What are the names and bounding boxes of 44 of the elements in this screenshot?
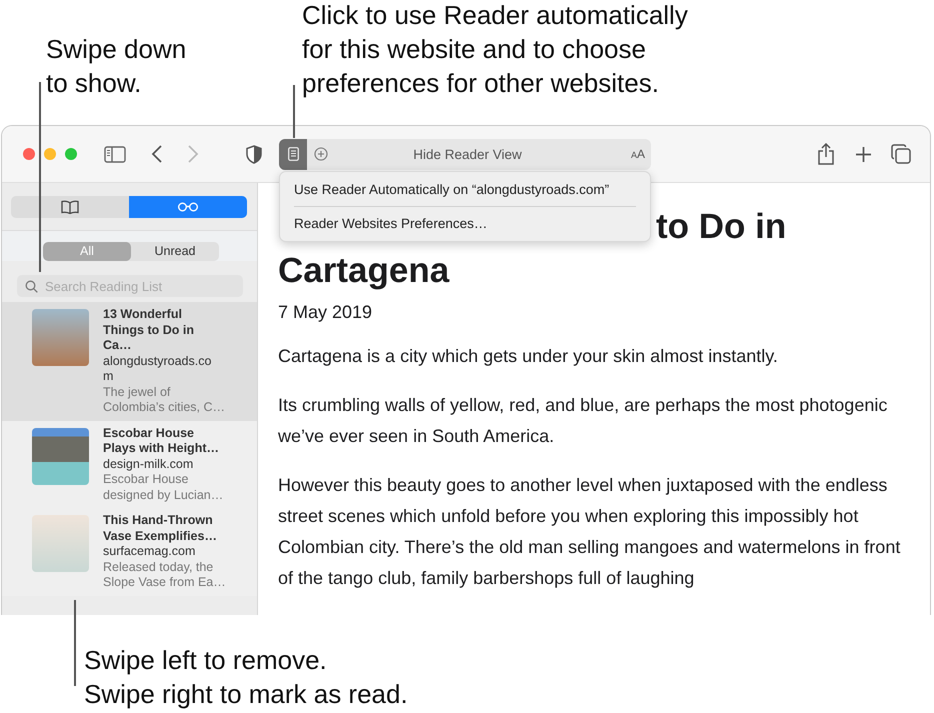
menu-item[interactable]: Reader Websites Preferences… xyxy=(280,210,650,237)
back-icon[interactable] xyxy=(151,145,163,163)
glasses-icon xyxy=(177,202,199,212)
photo-placeholder xyxy=(32,309,89,366)
reader-button[interactable] xyxy=(279,138,307,170)
address-bar[interactable]: Hide Reader View AA xyxy=(279,138,651,170)
text-size-button[interactable]: AA xyxy=(630,147,645,161)
search-field[interactable]: Search Reading List xyxy=(17,275,243,297)
article-date: 7 May 2019 xyxy=(278,302,374,323)
item-title: This Hand-Thrown Vase Exemplifies… xyxy=(103,513,218,544)
tabs-overview-icon[interactable] xyxy=(891,144,911,164)
item-summary: Released today, the Slope Vase from Ea… xyxy=(103,560,227,590)
book-icon xyxy=(61,200,79,214)
sidebar-tab[interactable] xyxy=(129,196,247,218)
item-title: Escobar House Plays with Height… xyxy=(103,426,220,456)
reading-list-item[interactable]: 13 Wonderful Things to Do in Ca… alongdustyroads.com The jewel of Colombia’s cities, C… xyxy=(2,302,257,420)
photo-placeholder xyxy=(32,515,89,572)
article-title: to Do in xyxy=(656,206,786,248)
photo-placeholder xyxy=(32,428,89,484)
shield-icon[interactable] xyxy=(246,144,262,164)
leader-line xyxy=(293,85,295,138)
item-domain: alongdustyroads.com xyxy=(103,354,212,384)
menu-item[interactable]: Use Reader Automatically on “alongdustyroads.com” xyxy=(280,176,650,203)
address-text: Hide Reader View xyxy=(412,146,523,162)
sidebar-icon[interactable] xyxy=(104,146,126,162)
item-summary: Escobar House designed by Lucian… xyxy=(103,472,224,503)
item-domain: design-milk.com xyxy=(103,456,194,472)
article-title: Cartagena xyxy=(278,250,450,292)
share-icon[interactable] xyxy=(817,143,835,165)
item-title: 13 Wonderful Things to Do in Ca… xyxy=(103,307,195,354)
search-icon xyxy=(25,280,38,293)
callout-text: Click to use Reader automatically for this website and to choose preferences for other websites. xyxy=(302,0,688,100)
new-tab-icon[interactable] xyxy=(855,146,872,162)
filter-tab[interactable]: Unread xyxy=(131,242,219,261)
item-domain: surfacemag.com xyxy=(103,544,196,560)
callout-text: Swipe down to show. xyxy=(46,33,186,100)
article-paragraph: Its crumbling walls of yellow, red, and blue, are perhaps the most photogenic we’ve ever seen in South America. xyxy=(278,394,888,448)
article-paragraph: Cartagena is a city which gets under your skin almost instantly. xyxy=(278,345,779,368)
close-button[interactable] xyxy=(23,148,35,160)
article-paragraph: However this beauty goes to another level when juxtaposed with the endless street scenes which unfold before you when exploring this impossibly hot Colombian city. There’s the old man selling mangoes and watermelons in front of the tango club, family barbershops full of laughing xyxy=(278,474,902,590)
callout-text: Swipe left to remove. Swipe right to mark as read. xyxy=(84,644,408,711)
document-icon xyxy=(288,147,298,161)
add-circle-icon[interactable] xyxy=(314,147,328,161)
item-summary: The jewel of Colombia’s cities, C… xyxy=(103,384,226,416)
